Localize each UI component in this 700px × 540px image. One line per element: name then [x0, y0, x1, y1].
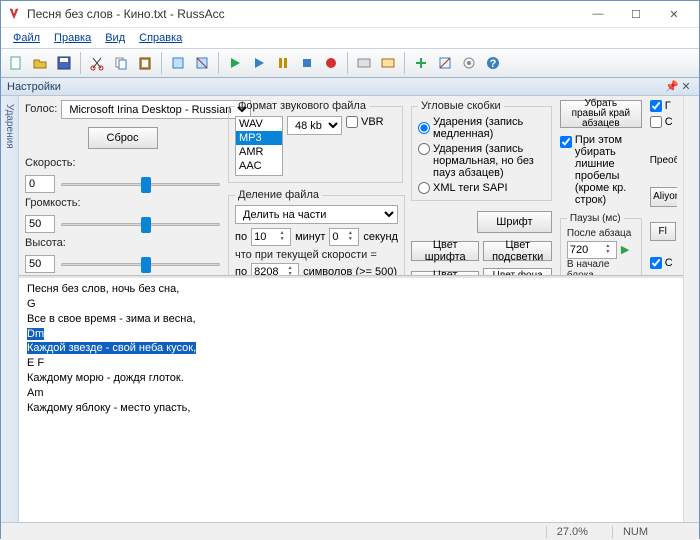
pause-icon[interactable] [272, 52, 294, 74]
format-list[interactable]: WAV MP3 AMR AAC [235, 116, 283, 176]
reset-button[interactable]: Сброс [88, 127, 158, 149]
app-icon [7, 7, 21, 21]
status-num: NUM [612, 526, 658, 538]
menu-view[interactable]: Вид [99, 30, 131, 46]
cutoff-check2[interactable]: С [650, 116, 677, 128]
menu-edit[interactable]: Правка [48, 30, 97, 46]
speed-label: Скорость: [25, 157, 220, 169]
settings-icon[interactable] [458, 52, 480, 74]
settings-panel-title: Настройки [7, 81, 61, 93]
volume-slider[interactable] [61, 215, 220, 233]
menu-file[interactable]: Файл [7, 30, 46, 46]
play-icon[interactable] [224, 52, 246, 74]
hl-bg-button[interactable]: Цвет фона подсветки [483, 268, 551, 276]
help-icon[interactable]: ? [482, 52, 504, 74]
voice-label: Голос: [25, 103, 57, 115]
play-alt-icon[interactable] [248, 52, 270, 74]
trim-right-button[interactable]: Убрать правый край абзацев [560, 100, 642, 128]
format-group: Формат звукового файла WAV MP3 AMR AAC 4… [228, 100, 403, 183]
record-icon[interactable] [320, 52, 342, 74]
svg-text:?: ? [490, 58, 497, 70]
volume-label: Громкость: [25, 197, 220, 209]
status-percent: 27.0% [546, 526, 598, 538]
split-mode-select[interactable]: Делить на части [235, 205, 398, 224]
pitch-slider[interactable] [61, 255, 220, 273]
maximize-button[interactable]: ☐ [617, 3, 655, 25]
settings-panel-header: Настройки 📌 ✕ [1, 78, 699, 96]
pitch-input[interactable] [25, 255, 55, 273]
cutoff-check3[interactable]: С [650, 257, 677, 269]
menu-bar: Файл Правка Вид Справка [1, 28, 699, 48]
text-editor[interactable]: Песня без слов, ночь без сна, GВсе в сво… [19, 276, 683, 522]
tool1-icon[interactable] [434, 52, 456, 74]
window-title: Песня без слов - Кино.txt - RussAcc [27, 7, 579, 21]
split-minutes[interactable]: 10▲▼ [251, 228, 291, 246]
speed-input[interactable] [25, 175, 55, 193]
close-panel-icon[interactable]: ✕ [679, 80, 693, 93]
status-bar: 27.0% NUM [1, 522, 699, 540]
add-icon[interactable] [410, 52, 432, 74]
stop-icon[interactable] [296, 52, 318, 74]
split-chars[interactable]: 8208▲▼ [251, 263, 299, 276]
title-bar: Песня без слов - Кино.txt - RussAcc — ☐ … [1, 1, 699, 28]
trim-spaces-checkbox[interactable]: При этом убиратьлишние пробелы(кроме кр.… [560, 134, 642, 207]
new-icon[interactable] [5, 52, 27, 74]
pause-para[interactable]: 720▲▼ [567, 241, 617, 259]
open-icon[interactable] [29, 52, 51, 74]
close-button[interactable]: ✕ [655, 3, 693, 25]
angle-group: Угловые скобки Ударения (запись медленна… [411, 100, 552, 201]
toolbar: ? [1, 48, 699, 78]
cutoff-check1[interactable]: Г [650, 100, 677, 112]
extra4-icon[interactable] [377, 52, 399, 74]
cutoff-btn2[interactable]: Fl [650, 222, 676, 241]
angle-opt2[interactable]: Ударения (запись нормальная, но без пауз… [418, 143, 545, 179]
split-seconds[interactable]: 0▲▼ [329, 228, 359, 246]
pitch-label: Высота: [25, 237, 220, 249]
hl-color-button[interactable]: Цвет подсветки [483, 241, 551, 261]
extra2-icon[interactable] [191, 52, 213, 74]
copy-icon[interactable] [110, 52, 132, 74]
cut-icon[interactable] [86, 52, 108, 74]
angle-opt3[interactable]: XML теги SAPI [418, 182, 545, 194]
speed-slider[interactable] [61, 175, 220, 193]
volume-input[interactable] [25, 215, 55, 233]
menu-help[interactable]: Справка [133, 30, 188, 46]
extra1-icon[interactable] [167, 52, 189, 74]
vbr-checkbox[interactable]: VBR [346, 116, 384, 128]
pauses-group: Паузы (мс) После абзаца 720▲▼▶ В начале … [560, 213, 642, 276]
right-dock [683, 96, 699, 522]
bitrate-select[interactable]: 48 kbit [287, 116, 342, 135]
minimize-button[interactable]: — [579, 3, 617, 25]
font-color-button[interactable]: Цвет шрифта [411, 241, 479, 261]
settings-panel: Голос: Microsoft Irina Desktop - Russian… [19, 96, 683, 276]
paste-icon[interactable] [134, 52, 156, 74]
angle-opt1[interactable]: Ударения (запись медленная) [418, 116, 545, 140]
save-icon[interactable] [53, 52, 75, 74]
side-tab-accents[interactable]: Ударения [1, 96, 19, 522]
extra3-icon[interactable] [353, 52, 375, 74]
play-pause-icon[interactable]: ▶ [621, 243, 629, 256]
font-button[interactable]: Шрифт [477, 211, 552, 233]
voice-select[interactable]: Microsoft Irina Desktop - Russian [61, 100, 251, 119]
cutoff-btn1[interactable]: Aliyon [650, 187, 677, 206]
split-group: Деление файла Делить на части по 10▲▼ ми… [228, 189, 405, 276]
pin-icon[interactable]: 📌 [665, 80, 679, 93]
